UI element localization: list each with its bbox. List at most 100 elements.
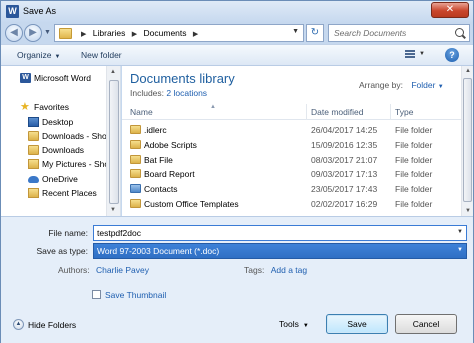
file-name: Bat File: [144, 155, 173, 165]
tags-value[interactable]: Add a tag: [271, 265, 307, 275]
command-toolbar: Organize ▼ New folder ▼ ?: [1, 44, 473, 66]
file-type: File folder: [395, 169, 433, 179]
filename-dropdown-icon[interactable]: ▼: [457, 229, 463, 235]
nav-item-recent-places[interactable]: Recent Places: [1, 187, 113, 200]
file-list-scroll-thumb[interactable]: [463, 78, 472, 202]
folder-icon: [130, 169, 141, 178]
recent-places-icon: [28, 188, 39, 198]
folder-icon: [130, 199, 141, 208]
recent-locations-chevron-icon[interactable]: ▼: [44, 29, 52, 37]
new-folder-button[interactable]: New folder: [81, 50, 122, 60]
navigation-pane: W Microsoft Word ★ Favorites Desktop Dow…: [1, 66, 121, 216]
tools-button[interactable]: Tools ▼: [279, 319, 309, 329]
nav-item-favorites[interactable]: ★ Favorites: [1, 101, 113, 114]
nav-item-downloads[interactable]: Downloads: [1, 144, 113, 157]
tags-field: Tags: Add a tag: [244, 265, 307, 275]
hide-folders-button[interactable]: Hide Folders: [28, 320, 76, 330]
scroll-up-icon[interactable]: ▲: [465, 68, 471, 74]
column-divider[interactable]: [306, 104, 307, 120]
nav-item-my-pictures[interactable]: My Pictures - Sho: [1, 158, 113, 171]
arrange-by-dropdown[interactable]: Folder ▼: [411, 80, 443, 90]
file-row[interactable]: Board Report 09/03/2017 17:13 File folde…: [122, 167, 461, 181]
library-title: Documents library: [130, 71, 235, 86]
dialog-footer: ▲ Hide Folders Tools ▼ Save Cancel: [1, 308, 473, 343]
column-divider[interactable]: [390, 104, 391, 120]
file-row[interactable]: Adobe Scripts 15/09/2016 12:35 File fold…: [122, 138, 461, 152]
folder-icon: [28, 131, 39, 141]
onedrive-icon: [28, 176, 39, 183]
nav-item-onedrive[interactable]: OneDrive: [1, 173, 113, 186]
back-button[interactable]: ◀: [5, 24, 23, 42]
file-date: 26/04/2017 14:25: [311, 125, 378, 135]
file-name: Custom Office Templates: [144, 199, 239, 209]
file-name: Board Report: [144, 169, 195, 179]
save-thumbnail-checkbox[interactable]: [92, 290, 101, 299]
file-date: 09/03/2017 17:13: [311, 169, 378, 179]
file-row[interactable]: Bat File 08/03/2017 21:07 File folder: [122, 153, 461, 167]
library-includes: Includes: 2 locations: [130, 88, 207, 98]
arrange-by-label: Arrange by:: [359, 80, 403, 90]
refresh-button[interactable]: ↻: [306, 24, 324, 42]
savetype-dropdown-icon[interactable]: ▼: [457, 247, 463, 253]
column-header-date[interactable]: Date modified: [311, 107, 363, 117]
nav-item-label: OneDrive: [42, 174, 78, 184]
folder-icon: [130, 155, 141, 164]
breadcrumb-documents[interactable]: Documents: [144, 28, 187, 38]
chevron-down-icon: ▼: [437, 84, 444, 90]
cancel-button[interactable]: Cancel: [395, 314, 457, 334]
library-folder-icon: [59, 28, 72, 39]
address-bar[interactable]: ▶ Libraries ▶ Documents ▶ ▼: [54, 24, 304, 42]
star-icon: ★: [20, 101, 30, 113]
includes-label: Includes:: [130, 88, 165, 98]
chevron-up-icon[interactable]: ▲: [13, 319, 24, 330]
save-button[interactable]: Save: [326, 314, 388, 334]
nav-item-label: Microsoft Word: [34, 73, 91, 83]
locations-link[interactable]: 2 locations: [166, 88, 207, 98]
breadcrumb-libraries[interactable]: Libraries: [93, 28, 126, 38]
file-date: 08/03/2017 21:07: [311, 155, 378, 165]
savetype-select[interactable]: Word 97-2003 Document (*.doc) ▼: [93, 243, 467, 259]
search-input[interactable]: Search Documents: [328, 24, 470, 42]
scroll-up-icon[interactable]: ▲: [110, 69, 116, 75]
file-row[interactable]: Contacts 23/05/2017 17:43 File folder: [122, 182, 461, 196]
forward-button[interactable]: ▶: [24, 24, 42, 42]
breadcrumb-separator-icon[interactable]: ▶: [77, 31, 90, 38]
address-row: ◀ ▶ ▼ ▶ Libraries ▶ Documents ▶ ▼ ↻ Sear…: [1, 22, 473, 44]
nav-item-label: Recent Places: [42, 188, 97, 198]
search-icon: [455, 28, 464, 37]
file-name: .idlerc: [144, 125, 167, 135]
file-row[interactable]: .idlerc 26/04/2017 14:25 File folder: [122, 123, 461, 137]
address-dropdown-icon[interactable]: ▼: [292, 28, 299, 35]
column-header-type[interactable]: Type: [395, 107, 413, 117]
file-date: 23/05/2017 17:43: [311, 184, 378, 194]
file-type: File folder: [395, 125, 433, 135]
nav-scrollbar[interactable]: ▲ ▼: [106, 66, 120, 216]
file-list-scrollbar[interactable]: ▲ ▼: [461, 66, 473, 216]
file-row[interactable]: Custom Office Templates 02/02/2017 16:29…: [122, 197, 461, 211]
authors-value[interactable]: Charlie Pavey: [96, 265, 149, 275]
breadcrumb-separator-icon[interactable]: ▶: [128, 31, 141, 38]
authors-field: Authors: Charlie Pavey: [58, 265, 149, 275]
nav-scroll-thumb[interactable]: [109, 80, 119, 204]
filename-input[interactable]: testpdf2doc ▼: [93, 225, 467, 241]
help-icon[interactable]: ?: [445, 48, 459, 62]
savetype-label: Save as type:: [36, 246, 88, 256]
word-icon: W: [20, 73, 31, 83]
window-title: Save As: [23, 6, 57, 16]
organize-button[interactable]: Organize ▼: [17, 50, 60, 60]
close-button[interactable]: ✕: [431, 2, 469, 18]
scroll-down-icon[interactable]: ▼: [110, 207, 116, 213]
view-dropdown-icon[interactable]: ▼: [419, 51, 425, 57]
view-options-icon[interactable]: [405, 50, 415, 60]
nav-item-desktop[interactable]: Desktop: [1, 116, 113, 129]
search-placeholder: Search Documents: [334, 28, 407, 38]
breadcrumb-separator-icon[interactable]: ▶: [189, 31, 202, 38]
save-thumbnail-label[interactable]: Save Thumbnail: [105, 290, 166, 300]
arrange-by: Arrange by: Folder ▼: [359, 80, 444, 90]
nav-item-label: My Pictures - Sho: [42, 159, 110, 169]
nav-item-label: Downloads - Sho: [42, 131, 107, 141]
nav-item-microsoft-word[interactable]: W Microsoft Word: [1, 72, 113, 85]
column-header-name[interactable]: Name: [130, 107, 153, 117]
nav-item-downloads-shortcut[interactable]: Downloads - Sho: [1, 130, 113, 143]
scroll-down-icon[interactable]: ▼: [465, 208, 471, 214]
